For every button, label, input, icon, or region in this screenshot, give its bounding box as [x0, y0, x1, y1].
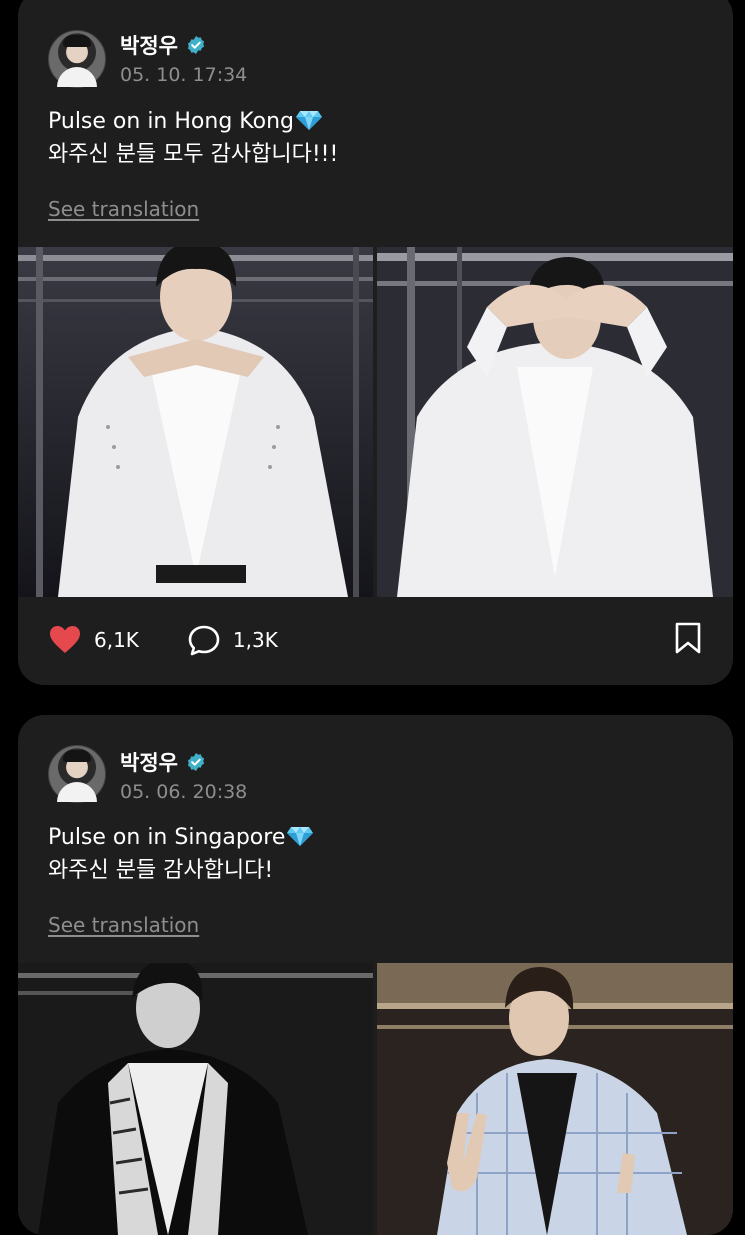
photo-performer-heart-hands-2 — [377, 247, 733, 597]
post-caption: Pulse on in Singapore 와주신 분들 감사합니다! — [48, 821, 688, 887]
like-count: 6,1K — [94, 628, 139, 652]
username[interactable]: 박정우 — [120, 30, 178, 60]
gem-icon — [287, 827, 314, 846]
post-photo[interactable] — [18, 963, 373, 1235]
post-photo[interactable] — [377, 247, 733, 597]
heart-icon — [50, 626, 80, 653]
caption-line: 와주신 분들 모두 감사합니다!!! — [48, 142, 339, 167]
photo-performer-heart-hands — [18, 247, 373, 597]
avatar[interactable] — [48, 745, 106, 803]
comment-bubble-icon — [188, 625, 220, 656]
like-button[interactable]: 6,1K — [48, 623, 139, 657]
see-translation-link[interactable]: See translation — [48, 197, 199, 221]
post-actions: 6,1K 1,3K — [48, 620, 703, 660]
post-caption: Pulse on in Hong Kong 와주신 분들 모두 감사합니다!!! — [48, 105, 688, 171]
post-photo[interactable] — [377, 963, 733, 1235]
comment-count: 1,3K — [232, 628, 278, 652]
post-author[interactable]: 박정우 — [120, 747, 206, 777]
post-timestamp: 05. 06. 20:38 — [120, 781, 248, 803]
see-translation-link[interactable]: See translation — [48, 913, 199, 937]
post-timestamp: 05. 10. 17:34 — [120, 64, 248, 86]
post-card: 박정우 05. 10. 17:34 Pulse on in Hong Kong … — [18, 0, 733, 685]
post-photo[interactable] — [18, 247, 373, 597]
photo-performer-bw — [18, 963, 373, 1235]
caption-line: Pulse on in Hong Kong — [48, 109, 294, 134]
verified-badge-icon — [187, 753, 205, 771]
photo-performer-peace-sign — [377, 963, 733, 1235]
caption-line: 와주신 분들 감사합니다! — [48, 858, 274, 883]
avatar[interactable] — [48, 30, 106, 88]
post-author[interactable]: 박정우 — [120, 30, 206, 60]
comment-button[interactable]: 1,3K — [187, 623, 278, 657]
caption-line: Pulse on in Singapore — [48, 825, 286, 850]
gem-icon — [295, 111, 322, 130]
username[interactable]: 박정우 — [120, 747, 178, 777]
post-card: 박정우 05. 06. 20:38 Pulse on in Singapore … — [18, 715, 733, 1235]
verified-badge-icon — [187, 36, 205, 54]
bookmark-icon — [675, 622, 701, 654]
bookmark-button[interactable] — [673, 621, 703, 659]
